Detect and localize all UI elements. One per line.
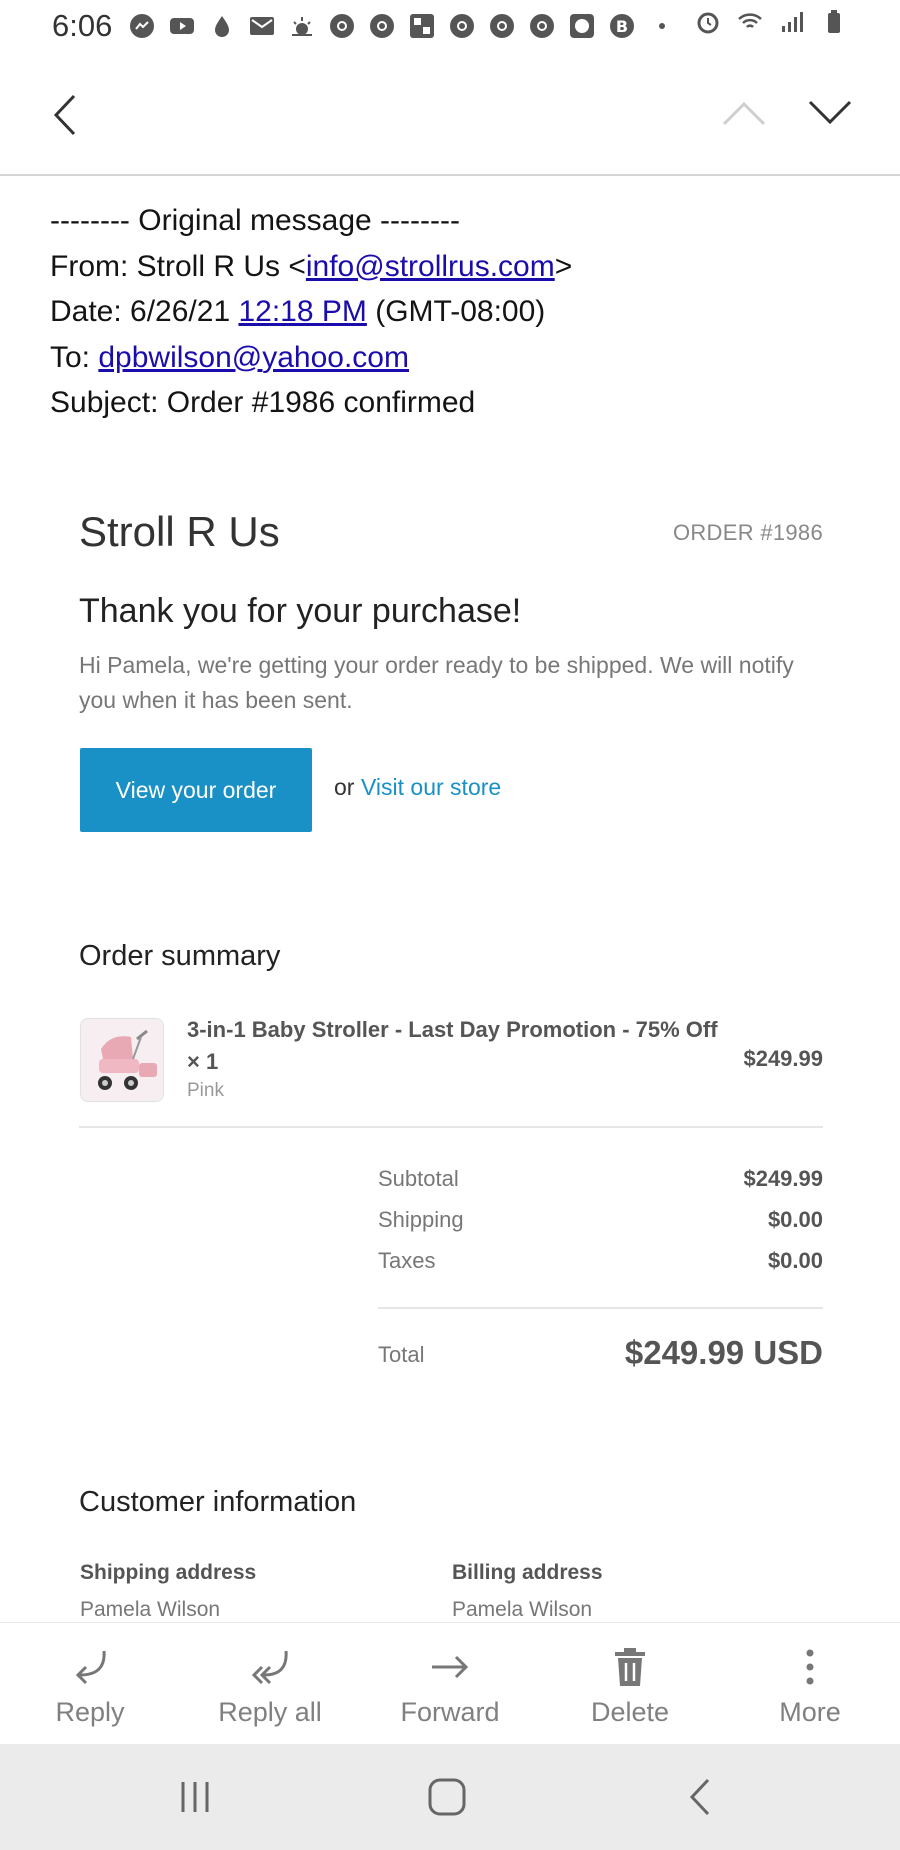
reply-button[interactable]: Reply [0, 1623, 180, 1744]
subject-line: Subject: Order #1986 confirmed [50, 386, 476, 419]
messenger-icon [130, 14, 155, 38]
item-price: $249.99 [743, 1046, 823, 1071]
thanks-heading: Thank you for your purchase! [79, 592, 522, 630]
subtotal-label: Subtotal [378, 1166, 459, 1191]
home-icon[interactable] [422, 1774, 472, 1820]
product-thumbnail [80, 1018, 164, 1102]
chrome-icon [530, 14, 555, 38]
subtotal-value: $249.99 [743, 1166, 823, 1191]
dot-icon [659, 23, 666, 29]
from-suffix: > [554, 249, 573, 283]
message-action-bar: Reply Reply all Forward Delete More [0, 1622, 900, 1744]
billing-address-name: Pamela Wilson [452, 1598, 593, 1621]
taxes-label: Taxes [378, 1248, 436, 1273]
order-number: ORDER #1986 [672, 520, 823, 545]
previous-message-chevron-up-icon[interactable] [720, 92, 768, 132]
forward-button[interactable]: Forward [360, 1623, 540, 1744]
delete-button[interactable]: Delete [540, 1623, 720, 1744]
store-name: Stroll R Us [79, 508, 280, 555]
order-summary-title: Order summary [79, 940, 281, 972]
from-email-link[interactable]: info@strollrus.com [306, 250, 555, 283]
forward-arrow-icon [432, 1655, 469, 1679]
original-message-header: -------- Original message -------- From:… [50, 198, 870, 426]
wifi-icon [738, 13, 762, 28]
youtube-icon [170, 18, 195, 34]
reply-all-label: Reply all [218, 1697, 322, 1727]
signal-icon [782, 12, 803, 32]
reply-icon [75, 1650, 106, 1685]
to-email-link[interactable]: dpbwilson@yahoo.com [98, 341, 409, 374]
email-body: Stroll R Us ORDER #1986 Thank you for yo… [79, 500, 823, 1621]
system-navigation-bar [0, 1744, 900, 1850]
from-line: From: Stroll R Us <info@strollrus.com> [50, 244, 870, 290]
status-bar: 6:06 B [0, 0, 900, 52]
app-bar [0, 52, 900, 176]
back-arrow-icon[interactable] [46, 90, 86, 140]
mail-icon [250, 17, 275, 35]
weather-icon [292, 17, 313, 36]
notification-icons: B [128, 12, 676, 40]
status-time: 6:06 [52, 8, 113, 43]
reply-all-button[interactable]: Reply all [180, 1623, 360, 1744]
more-button[interactable]: More [720, 1623, 900, 1744]
next-message-chevron-down-icon[interactable] [806, 92, 854, 132]
chrome-icon [450, 14, 475, 38]
date-timezone: (GMT-08:00) [366, 295, 546, 328]
to-line: To: dpbwilson@yahoo.com [50, 335, 870, 381]
drop-icon [215, 16, 230, 37]
chrome-icon [330, 14, 355, 38]
shipping-label: Shipping [378, 1207, 464, 1232]
app-icon [570, 14, 595, 38]
date-line: Date: 6/26/21 12:18 PM (GMT-08:00) [50, 289, 870, 335]
trash-icon [615, 1648, 645, 1686]
alarm-icon [697, 12, 719, 34]
total-value: $249.99 USD [624, 1334, 823, 1371]
item-title: 3-in-1 Baby Stroller - Last Day Promotio… [187, 1017, 718, 1074]
item-variant: Pink [187, 1080, 224, 1101]
svg-text:B: B [616, 17, 628, 36]
shipping-value: $0.00 [767, 1207, 823, 1232]
intro-text: Hi Pamela, we're getting your order read… [79, 652, 794, 713]
from-label: From: Stroll R Us < [50, 249, 306, 283]
store-header: Stroll R Us ORDER #1986 [79, 500, 823, 570]
item-divider [79, 1126, 823, 1128]
recent-apps-icon[interactable] [170, 1774, 220, 1820]
original-message-separator: -------- Original message -------- [50, 204, 460, 237]
more-vertical-icon [806, 1649, 814, 1685]
shipping-address-name: Pamela Wilson [80, 1598, 221, 1621]
reply-all-icon [251, 1650, 288, 1685]
system-back-icon[interactable] [676, 1774, 726, 1820]
b-app-icon: B [610, 14, 635, 38]
date-label: Date: 6/26/21 [50, 295, 239, 328]
view-order-button[interactable]: View your order [80, 748, 312, 832]
grid-app-icon [410, 14, 435, 38]
taxes-value: $0.00 [767, 1248, 823, 1273]
shipping-address-title: Shipping address [80, 1561, 257, 1584]
chrome-icon [490, 14, 515, 38]
reply-label: Reply [55, 1697, 125, 1727]
or-text: or [334, 774, 355, 800]
system-status-icons [694, 8, 848, 36]
customer-info-title: Customer information [79, 1486, 357, 1518]
forward-label: Forward [400, 1697, 500, 1727]
delete-label: Delete [590, 1697, 670, 1727]
visit-store-link[interactable]: Visit our store [361, 774, 501, 801]
battery-icon [828, 10, 840, 33]
stroller-image-icon [81, 1019, 163, 1101]
date-time-link[interactable]: 12:18 PM [238, 295, 366, 328]
to-label: To: [50, 340, 99, 374]
total-label: Total [378, 1342, 425, 1367]
summary-divider [378, 1307, 823, 1309]
more-label: More [779, 1697, 841, 1727]
billing-address-title: Billing address [452, 1561, 603, 1584]
chrome-icon [370, 14, 395, 38]
